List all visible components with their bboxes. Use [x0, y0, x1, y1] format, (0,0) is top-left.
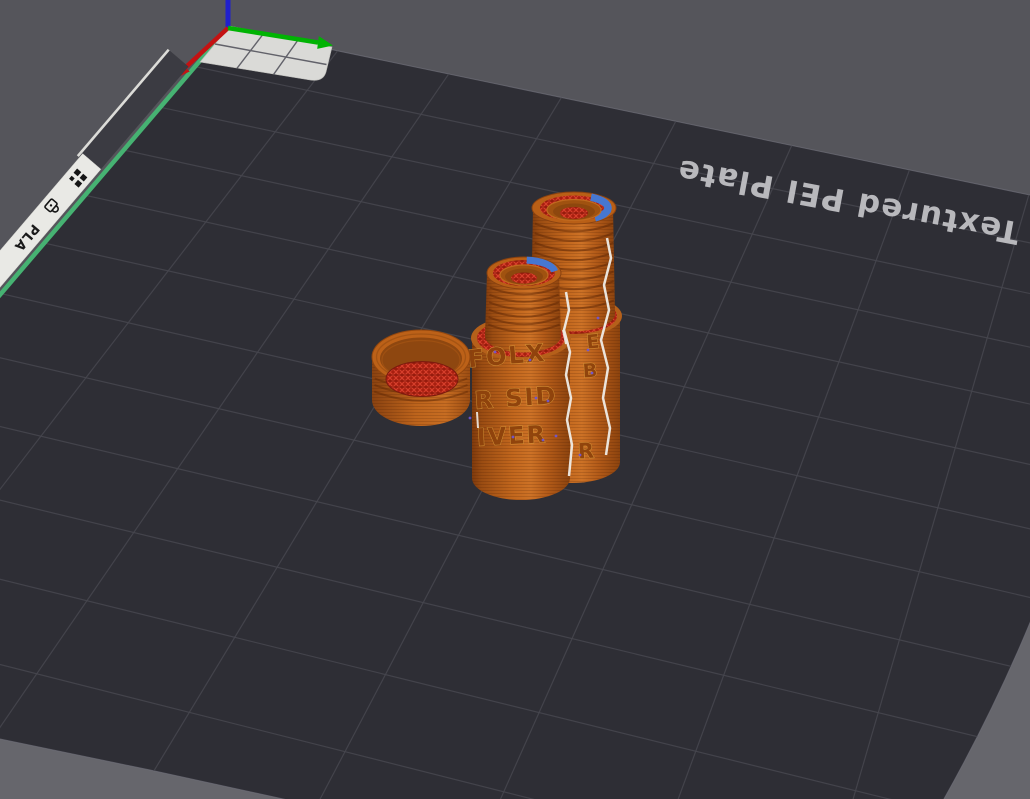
lid-infill-floor — [386, 362, 458, 397]
scene-canvas: Textured PEI Plate — [0, 0, 1030, 799]
front-seam-dash — [477, 412, 478, 428]
lid-model[interactable] — [372, 330, 470, 426]
slicer-3d-viewport[interactable]: Textured PEI Plate — [0, 0, 1030, 799]
rear-embossed-fragment: R — [577, 439, 596, 464]
front-embossed-line: R SID — [474, 381, 559, 415]
front-embossed-line: IVER — [476, 420, 548, 452]
rear-embossed-fragment: B — [582, 359, 600, 382]
